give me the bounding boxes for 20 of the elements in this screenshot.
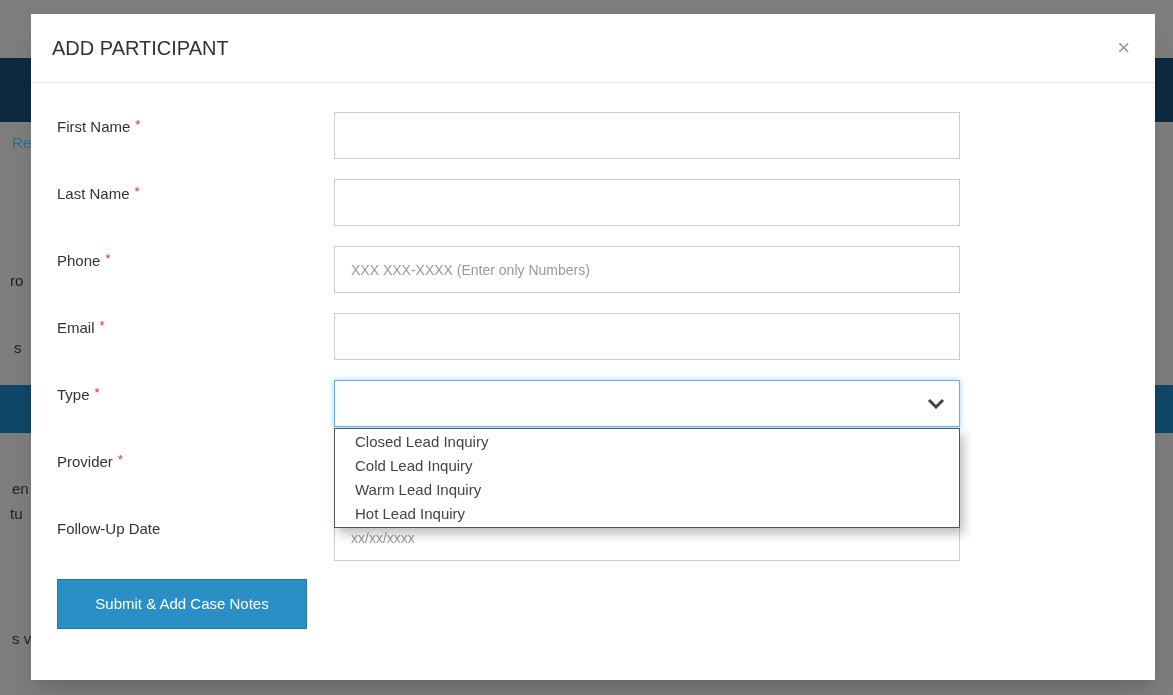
field-label: Type	[57, 385, 90, 405]
required-mark: *	[105, 250, 111, 268]
background-text: tu	[10, 504, 23, 524]
background-text: Re	[12, 133, 32, 153]
background-text: s	[14, 338, 22, 358]
field-label: Last Name	[57, 184, 130, 204]
required-mark: *	[135, 116, 141, 134]
field-label: Follow-Up Date	[57, 519, 161, 539]
background-text: ro	[10, 271, 24, 291]
background-text: s v	[12, 629, 32, 649]
background-text: en	[12, 479, 29, 499]
field-label: Phone	[57, 251, 101, 271]
required-mark: *	[94, 384, 100, 402]
field-label: Provider	[57, 452, 113, 472]
field-label: First Name	[57, 117, 131, 137]
field-label: Email	[57, 318, 95, 338]
required-mark: *	[117, 451, 123, 469]
required-mark: *	[134, 183, 140, 201]
dialog-title: ADD PARTICIPANT	[52, 36, 229, 61]
required-mark: *	[99, 317, 105, 335]
